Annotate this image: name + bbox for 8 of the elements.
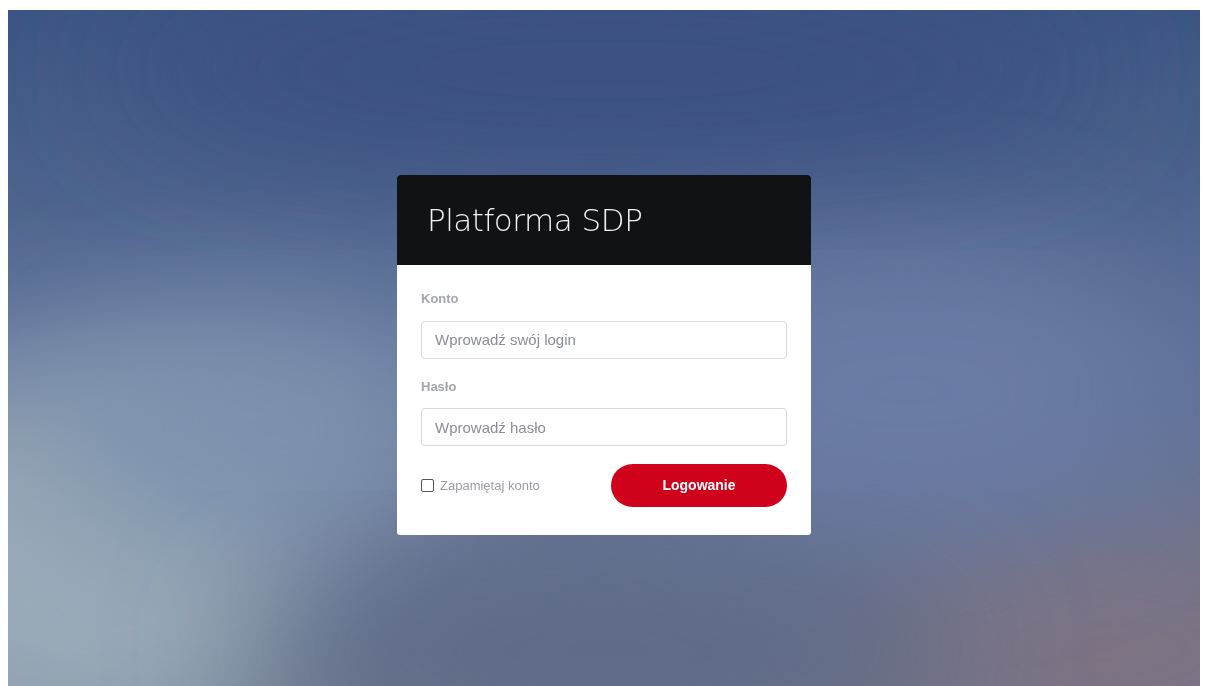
field-label: Konto	[421, 290, 460, 308]
field-label: Hasło	[421, 377, 458, 396]
card-title: Platforma SDP	[427, 200, 643, 240]
input-field[interactable]: Wprowadź hasło	[421, 408, 787, 446]
input-field[interactable]: Wprowadź swój login	[421, 320, 787, 359]
remember-label: Zapamiętaj konto	[440, 476, 540, 495]
login-button[interactable]: Logowanie	[611, 464, 787, 507]
remember-checkbox[interactable]	[421, 479, 434, 492]
